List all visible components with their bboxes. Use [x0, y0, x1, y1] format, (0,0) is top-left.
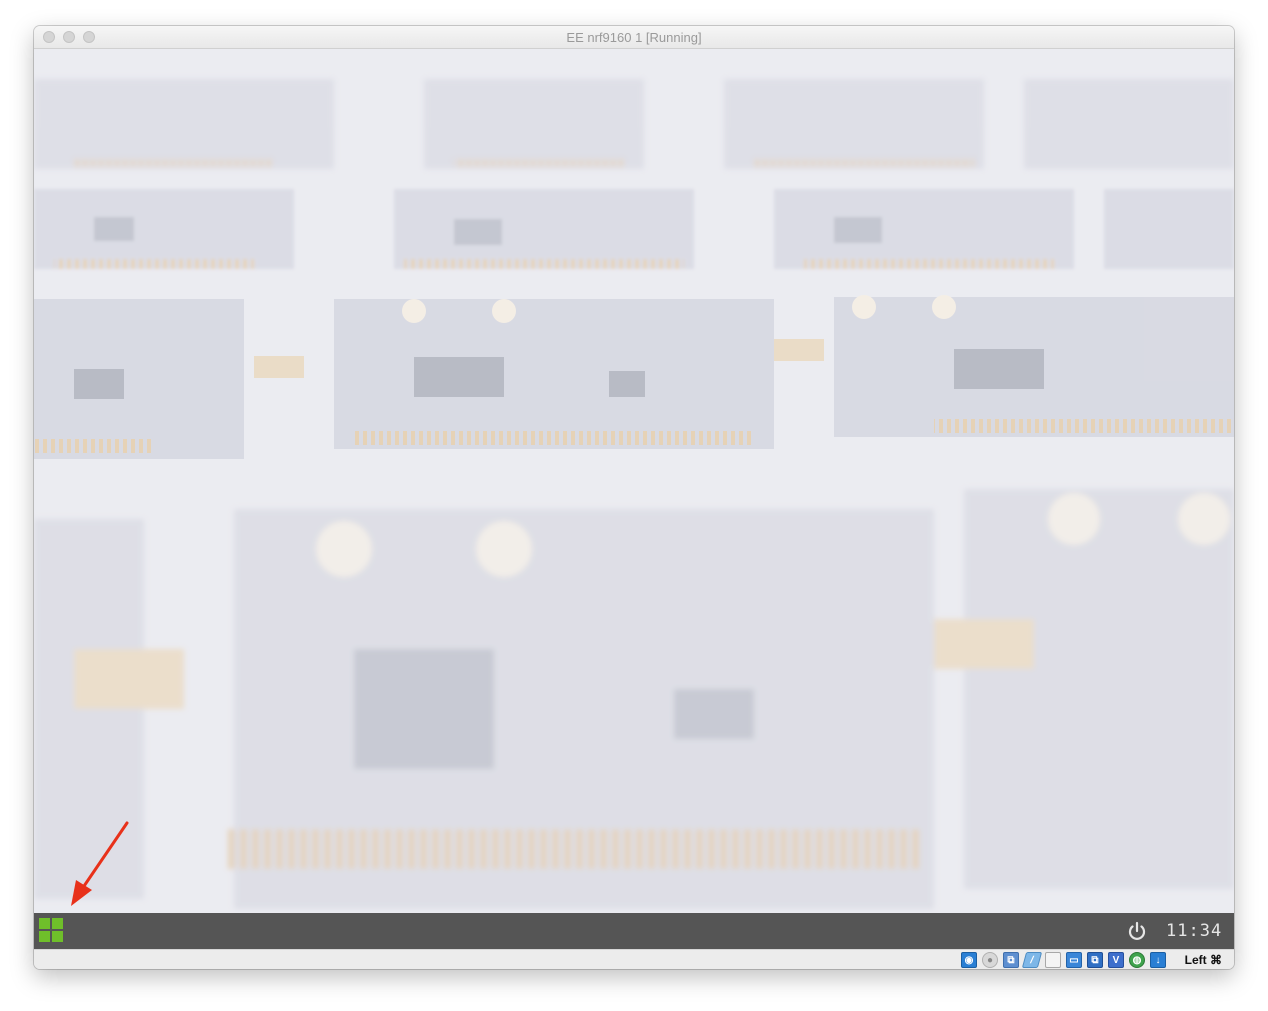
- guest-desktop[interactable]: [34, 49, 1234, 913]
- grid-start-icon: [39, 918, 50, 929]
- keyboard-capture-icon[interactable]: ↓: [1150, 952, 1166, 968]
- optical-drive-icon[interactable]: ●: [982, 952, 998, 968]
- network-icon[interactable]: ⧉: [1087, 952, 1103, 968]
- usb-icon[interactable]: ⧉: [1003, 952, 1019, 968]
- virtualbox-icon[interactable]: V: [1108, 952, 1124, 968]
- guest-taskbar: 11:34: [34, 913, 1234, 949]
- window-title: EE nrf9160 1 [Running]: [566, 30, 702, 45]
- shared-folders-icon[interactable]: /: [1021, 952, 1043, 968]
- vm-status-bar: ◉ ● ⧉ / ▭ ⧉ V ◍ ↓ Left ⌘: [34, 949, 1234, 969]
- desktop-wallpaper: [34, 49, 1234, 913]
- mouse-integration-icon[interactable]: ◍: [1129, 952, 1145, 968]
- hard-disk-icon[interactable]: ◉: [961, 952, 977, 968]
- vm-window: EE nrf9160 1 [Running] 11:34 ◉ ● ⧉ / ▭ ⧉…: [34, 26, 1234, 969]
- host-key-label: Left ⌘: [1184, 953, 1222, 967]
- display-icon[interactable]: [1045, 952, 1061, 968]
- start-menu-button[interactable]: [39, 918, 65, 944]
- title-bar[interactable]: EE nrf9160 1 [Running]: [34, 26, 1234, 49]
- taskbar-clock[interactable]: 11:34: [1166, 913, 1222, 949]
- screen-capture-icon[interactable]: ▭: [1066, 952, 1082, 968]
- power-icon[interactable]: [1126, 920, 1148, 942]
